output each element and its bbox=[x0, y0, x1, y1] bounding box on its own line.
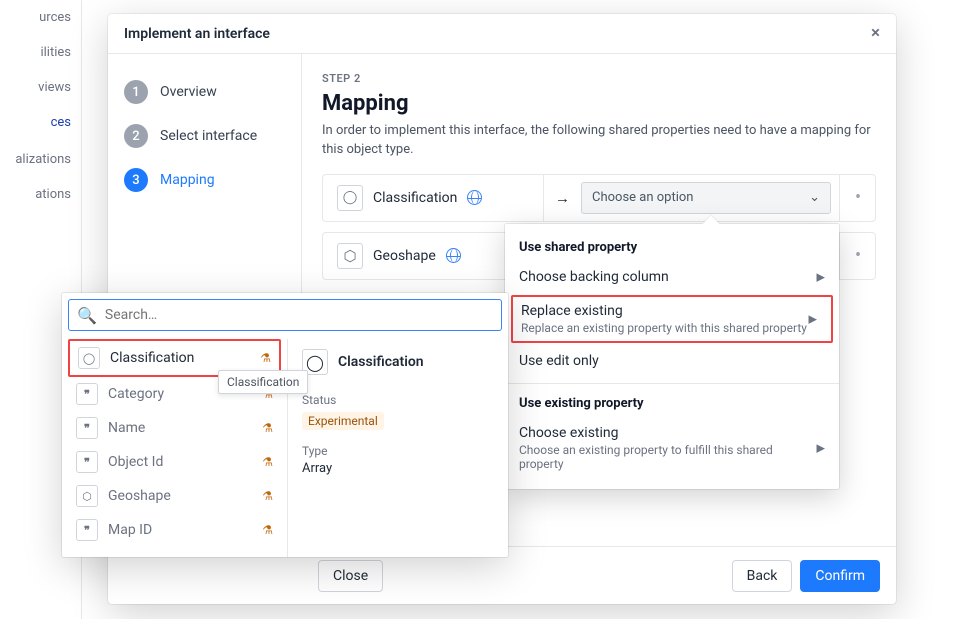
type-label: Type bbox=[302, 444, 494, 458]
dropdown-section-header: Use existing property bbox=[505, 390, 839, 417]
chevron-right-icon: ▶ bbox=[817, 442, 825, 455]
type-value: Array bbox=[302, 461, 494, 476]
quote-icon: ❞ bbox=[76, 519, 98, 541]
dropdown-section-header: Use shared property bbox=[505, 234, 839, 261]
row-menu-button[interactable]: • bbox=[839, 233, 875, 279]
select-placeholder: Choose an option bbox=[592, 190, 693, 205]
option-choose-backing-column[interactable]: Choose backing column ▶ bbox=[505, 261, 839, 293]
list-item-label: Map ID bbox=[108, 522, 152, 538]
globe-icon bbox=[467, 190, 482, 205]
chevron-down-icon: ⌄ bbox=[809, 190, 820, 205]
list-item[interactable]: ❞ Name ⚗ bbox=[68, 411, 281, 445]
option-title: Choose backing column bbox=[519, 269, 825, 285]
quote-icon: ❞ bbox=[76, 383, 98, 405]
page-title: Mapping bbox=[322, 91, 876, 116]
beaker-icon: ⚗ bbox=[262, 523, 273, 537]
modal-header: Implement an interface × bbox=[108, 14, 896, 54]
polygon-icon: ⬡ bbox=[76, 485, 98, 507]
option-choose-existing[interactable]: Choose existing Choose an existing prope… bbox=[505, 417, 839, 479]
list-item-label: Name bbox=[108, 420, 145, 436]
option-replace-existing[interactable]: Replace existing Replace an existing pro… bbox=[511, 295, 833, 343]
beaker-icon: ⚗ bbox=[260, 351, 271, 365]
property-name: Classification bbox=[373, 190, 457, 206]
mapping-option-dropdown: Use shared property Choose backing colum… bbox=[505, 224, 839, 489]
option-description: Choose an existing property to fulfill t… bbox=[519, 443, 809, 471]
mapping-row-classification: ◯ Classification → Choose an option ⌄ • bbox=[322, 174, 876, 222]
mapping-select[interactable]: Choose an option ⌄ bbox=[581, 182, 831, 214]
list-item-label: Geoshape bbox=[108, 488, 171, 504]
option-title: Replace existing bbox=[521, 303, 823, 319]
property-search-popover: 🔍 ◯ Classification ⚗ ❞ Category ⚗ ❞ Name… bbox=[62, 293, 508, 557]
option-title: Use edit only bbox=[519, 353, 825, 369]
back-button[interactable]: Back bbox=[732, 560, 793, 592]
arrow-icon: → bbox=[543, 175, 581, 221]
list-item-label: Classification bbox=[110, 350, 194, 366]
option-title: Choose existing bbox=[519, 425, 825, 441]
close-icon[interactable]: × bbox=[871, 25, 880, 42]
beaker-icon: ⚗ bbox=[262, 489, 273, 503]
step-label: Mapping bbox=[160, 172, 215, 188]
list-item[interactable]: ❞ Map ID ⚗ bbox=[68, 513, 281, 547]
chevron-right-icon: ▶ bbox=[809, 313, 817, 326]
confirm-button[interactable]: Confirm bbox=[800, 560, 880, 592]
polygon-icon: ⬡ bbox=[337, 243, 363, 269]
search-icon: 🔍 bbox=[77, 306, 97, 325]
list-item-label: Category bbox=[108, 386, 164, 402]
step-select-interface[interactable]: 2Select interface bbox=[122, 114, 287, 158]
option-description: Replace an existing property with this s… bbox=[521, 321, 811, 335]
chevron-right-icon: ▶ bbox=[817, 271, 825, 284]
beaker-icon: ⚗ bbox=[262, 421, 273, 435]
search-input-wrapper[interactable]: 🔍 bbox=[68, 299, 502, 331]
tooltip: Classification bbox=[218, 370, 308, 394]
step-mapping[interactable]: 3Mapping bbox=[122, 158, 287, 202]
quote-icon: ❞ bbox=[76, 451, 98, 473]
list-item-label: Object Id bbox=[108, 454, 163, 470]
step-indicator: STEP 2 bbox=[322, 72, 876, 85]
modal-title: Implement an interface bbox=[124, 26, 270, 42]
status-badge: Experimental bbox=[302, 412, 384, 430]
status-label: Status bbox=[302, 393, 494, 407]
globe-icon bbox=[446, 248, 461, 263]
list-item[interactable]: ⬡ Geoshape ⚗ bbox=[68, 479, 281, 513]
option-use-edit-only[interactable]: Use edit only bbox=[505, 345, 839, 377]
beaker-icon: ⚗ bbox=[262, 455, 273, 469]
list-item[interactable]: ❞ Object Id ⚗ bbox=[68, 445, 281, 479]
search-input[interactable] bbox=[105, 307, 493, 323]
property-detail-panel: ◯ Classification Status Experimental Typ… bbox=[288, 339, 508, 557]
page-description: In order to implement this interface, th… bbox=[322, 122, 876, 160]
row-menu-button[interactable]: • bbox=[839, 175, 875, 221]
shield-icon: ◯ bbox=[78, 347, 100, 369]
quote-icon: ❞ bbox=[76, 417, 98, 439]
step-overview[interactable]: 1Overview bbox=[122, 70, 287, 114]
step-label: Overview bbox=[160, 84, 217, 100]
shield-icon: ◯ bbox=[337, 185, 363, 211]
close-button[interactable]: Close bbox=[318, 560, 383, 592]
property-name: Geoshape bbox=[373, 248, 436, 264]
detail-name: Classification bbox=[338, 354, 424, 370]
step-label: Select interface bbox=[160, 128, 257, 144]
